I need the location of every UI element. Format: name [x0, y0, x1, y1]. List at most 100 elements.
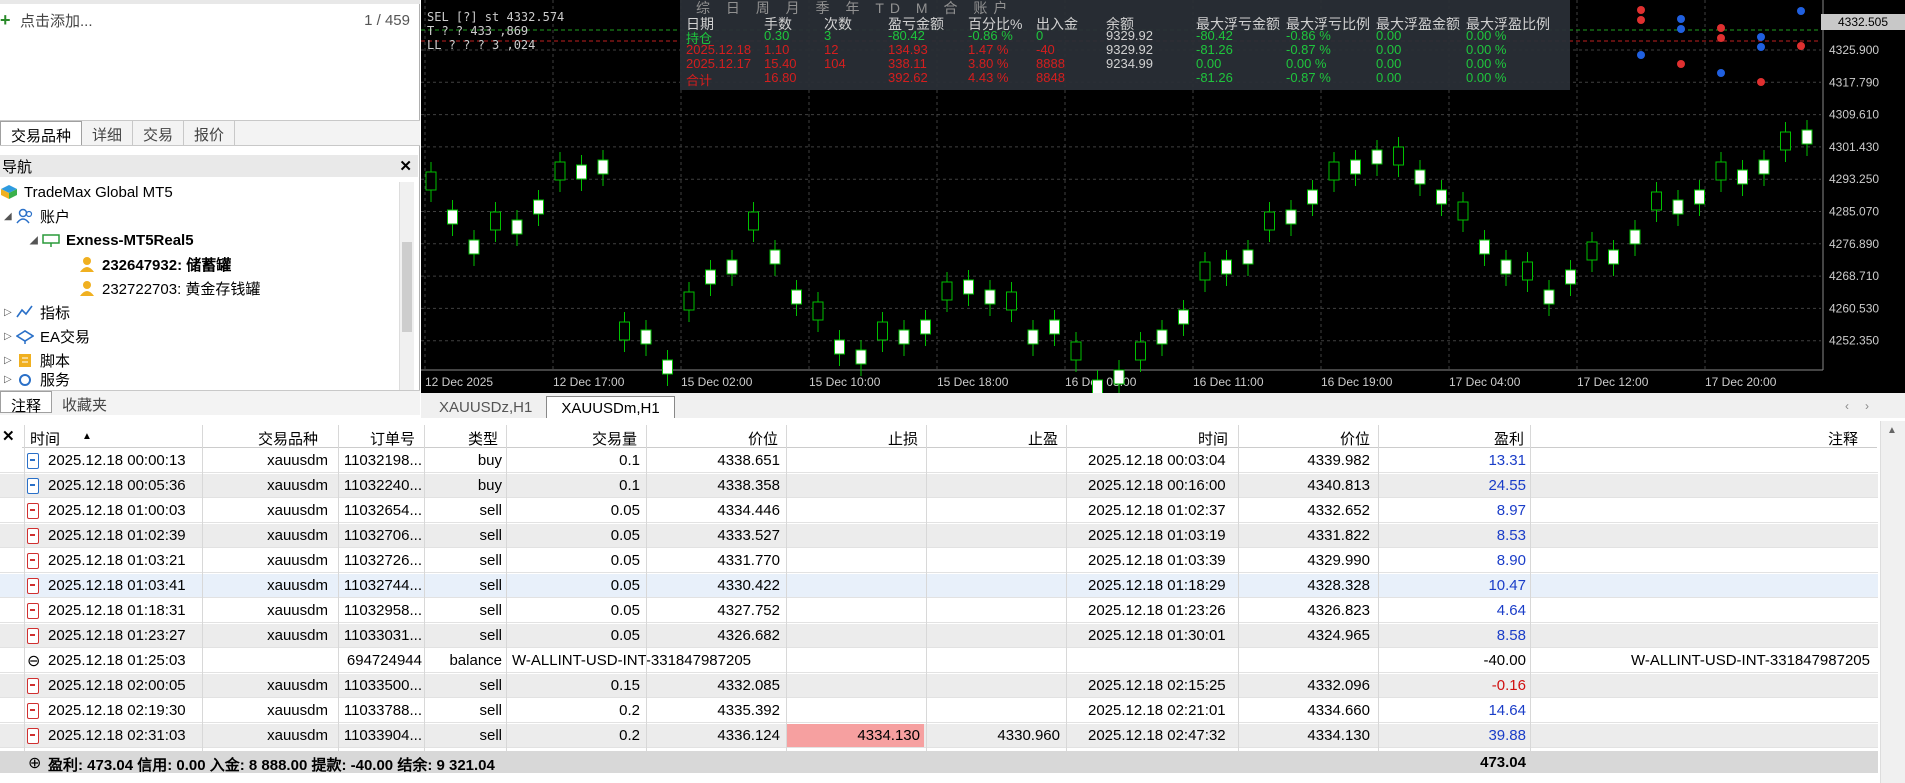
col-type[interactable]: 类型	[468, 428, 498, 448]
col-order[interactable]: 订单号	[370, 428, 415, 448]
expand-icon[interactable]: ▷	[4, 374, 16, 385]
trade-marker	[1797, 42, 1805, 50]
cell-close-time: 2025.12.18 01:30:01	[1088, 627, 1226, 644]
cell-price: 4330.422	[717, 577, 780, 594]
column-divider	[338, 425, 339, 751]
table-row[interactable]: 2025.12.18 02:19:30 xauusdm 11033788... sel…	[0, 699, 1878, 723]
table-row[interactable]: ⊖ 2025.12.18 01:25:03 694724944 balance W-AL…	[0, 649, 1878, 673]
table-row[interactable]: 2025.12.18 01:03:21 xauusdm 11032726... sel…	[0, 549, 1878, 573]
chart-tab-xauusdz[interactable]: XAUUSDz,H1	[425, 396, 546, 418]
table-row[interactable]: 2025.12.18 00:00:13 xauusdm 11032198... buy…	[0, 449, 1878, 473]
candle-body	[554, 161, 566, 181]
col-time[interactable]: 时间	[30, 428, 60, 448]
table-row[interactable]: 2025.12.18 01:03:41 xauusdm 11032744... sel…	[0, 574, 1878, 598]
candle-body	[1780, 131, 1791, 151]
tab-symbols[interactable]: 交易品种	[0, 121, 83, 145]
candle-body	[1264, 211, 1275, 231]
table-row[interactable]: 2025.12.18 01:18:31 xauusdm 11032958... sel…	[0, 599, 1878, 623]
cell-tp	[926, 702, 1060, 720]
table-row[interactable]: 2025.12.18 02:00:05 xauusdm 11033500... sel…	[0, 674, 1878, 698]
tree-item-server[interactable]: ◢ Exness-MT5Real5	[30, 228, 194, 252]
table-row[interactable]: 2025.12.18 01:02:39 xauusdm 11032706... sel…	[0, 524, 1878, 548]
close-icon[interactable]: ✕	[2, 427, 15, 445]
cell-order: 11033788...	[343, 702, 422, 719]
table-row[interactable]: 2025.12.18 00:05:36 xauusdm 11032240... buy…	[0, 474, 1878, 498]
col-close-time[interactable]: 时间	[1198, 428, 1228, 448]
table-row[interactable]: 2025.12.18 01:23:27 xauusdm 11033031... sel…	[0, 624, 1878, 648]
col-symbol[interactable]: 交易品种	[258, 428, 318, 448]
table-row[interactable]: 2025.12.18 02:31:03 xauusdm 11033904... sel…	[0, 724, 1878, 748]
add-symbol-row[interactable]: + 点击添加... 1 / 459	[0, 8, 418, 32]
tree-item-account-1[interactable]: 232647932: 储蓄罐	[78, 252, 231, 276]
overlay-cell: 2025.12.18	[686, 42, 752, 57]
col-tp[interactable]: 止盈	[1028, 428, 1058, 448]
tree-item-experts[interactable]: ▷ EA交易	[4, 324, 90, 348]
col-profit[interactable]: 盈利	[1494, 428, 1524, 448]
cell-profit: 39.88	[1488, 727, 1526, 744]
candle-body	[1328, 161, 1340, 181]
candle-body	[533, 199, 544, 215]
tree-item-services[interactable]: ▷ 服务	[4, 370, 70, 389]
expand-icon[interactable]: ▷	[4, 331, 16, 342]
col-price[interactable]: 价位	[748, 428, 778, 448]
chart-tab-scroll-arrows[interactable]: ‹›	[1845, 399, 1885, 413]
navigator-scrollbar[interactable]	[399, 182, 414, 390]
navigator-title: 导航	[2, 158, 33, 176]
expand-footer-icon[interactable]: ⊕	[28, 753, 41, 773]
collapse-icon[interactable]: ◢	[30, 235, 42, 246]
cell-symbol: xauusdm	[267, 452, 328, 469]
trade-marker	[1717, 69, 1725, 77]
candle-body	[726, 259, 738, 275]
scroll-thumb[interactable]	[402, 242, 412, 332]
cell-tp	[926, 452, 1060, 470]
overlay-cell: 4.43 %	[968, 70, 1009, 85]
tree-label: Exness-MT5Real5	[66, 231, 194, 249]
cell-volume: 0.05	[610, 502, 640, 519]
table-row[interactable]: 2025.12.18 01:00:03 xauusdm 11032654... sel…	[0, 499, 1878, 523]
chart-tab-xauusdm[interactable]: XAUUSDm,H1	[546, 396, 675, 418]
candle-body	[1242, 249, 1254, 265]
tab-trading[interactable]: 交易	[133, 121, 185, 145]
cell-profit: 13.31	[1488, 452, 1526, 469]
tree-item-account-2[interactable]: 232722703: 黄金存钱罐	[78, 276, 260, 300]
col-comment[interactable]: 注释	[1828, 428, 1858, 448]
expand-icon[interactable]: ▷	[4, 355, 16, 366]
cell-profit: 8.97	[1496, 502, 1526, 519]
tree-label: 232647932: 储蓄罐	[102, 256, 232, 274]
candle-body	[1715, 161, 1727, 181]
overlay-cell: 0.00 %	[1466, 28, 1507, 43]
cell-type: sell	[479, 702, 502, 719]
candle-body	[1049, 319, 1060, 335]
collapse-icon[interactable]: ◢	[4, 211, 16, 222]
cell-sl	[786, 602, 920, 620]
candle-body	[1199, 261, 1211, 281]
scroll-up-icon[interactable]: ▲	[1887, 425, 1897, 436]
tree-item-accounts[interactable]: ◢ 账户	[4, 204, 70, 228]
cell-sl	[786, 477, 920, 495]
cell-price: 4338.651	[717, 452, 780, 469]
tab-details[interactable]: 详细	[82, 121, 134, 145]
tab-favorites[interactable]: 收藏夹	[52, 391, 117, 414]
table-scrollbar[interactable]: ▲	[1880, 421, 1905, 783]
trade-marker	[1637, 51, 1645, 59]
server-icon	[42, 232, 60, 248]
expand-icon[interactable]: ▷	[4, 307, 16, 318]
cell-tp	[926, 552, 1060, 570]
cell-profit: 14.64	[1488, 702, 1526, 719]
close-icon[interactable]: ✕	[399, 157, 412, 175]
tab-comments[interactable]: 注释	[0, 391, 53, 415]
tree-item-broker[interactable]: TradeMax Global MT5	[0, 180, 173, 204]
cell-volume: 0.05	[610, 552, 640, 569]
tab-ticks[interactable]: 报价	[184, 121, 236, 145]
tree-item-scripts[interactable]: ▷ 脚本	[4, 348, 70, 372]
candle-body	[1801, 129, 1813, 145]
tree-item-indicators[interactable]: ▷ 指标	[4, 300, 70, 324]
cell-symbol: xauusdm	[267, 577, 328, 594]
cell-tp	[926, 527, 1060, 545]
col-close-price[interactable]: 价位	[1340, 428, 1370, 448]
col-volume[interactable]: 交易量	[592, 428, 637, 448]
overlay-cell: 8888	[1036, 56, 1065, 71]
col-sl[interactable]: 止损	[888, 428, 918, 448]
candle-body	[1092, 379, 1103, 393]
trade-marker	[1757, 78, 1765, 86]
